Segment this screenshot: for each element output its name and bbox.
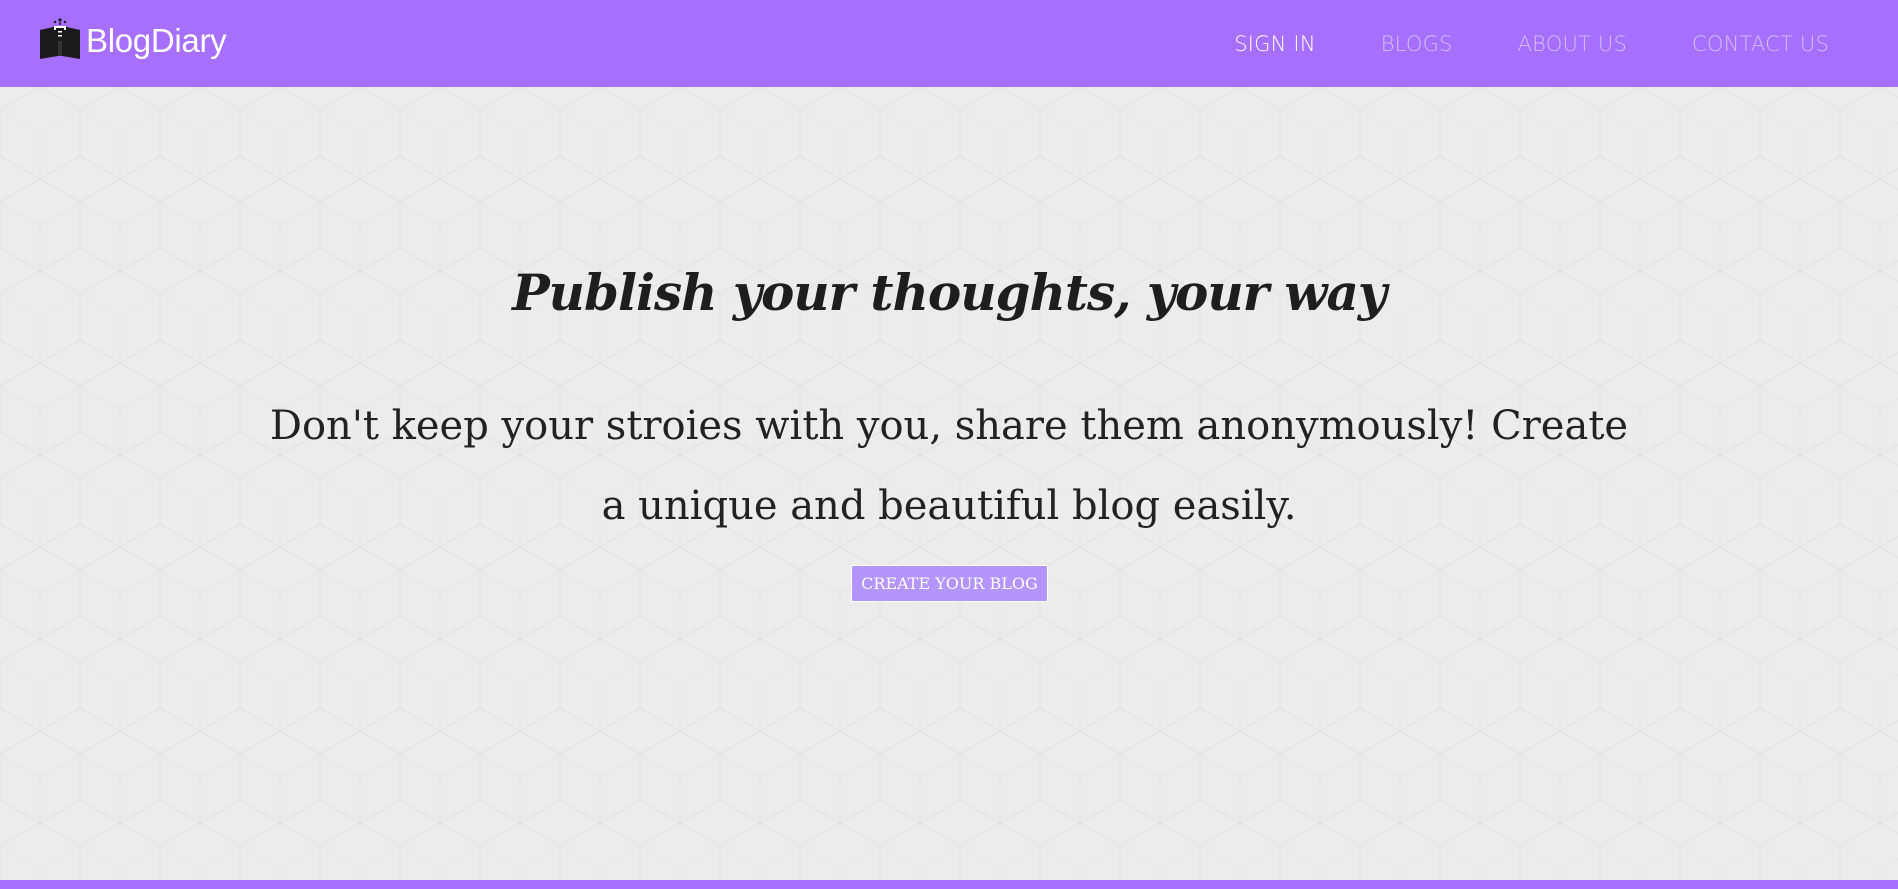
brand-name: BlogDiary	[86, 21, 227, 59]
create-blog-button[interactable]: CREATE YOUR BLOG	[851, 565, 1048, 602]
hero-subtitle: Don't keep your stroies with you, share …	[269, 403, 1629, 529]
hero-title: Publish your thoughts, your way	[512, 263, 1387, 322]
hero-section: Publish your thoughts, your way Don't ke…	[0, 87, 1898, 880]
main-nav: SIGN IN BLOGS ABOUT US CONTACT US	[1234, 0, 1898, 87]
footer-bar	[0, 880, 1898, 889]
brand-link[interactable]: BlogDiary	[38, 16, 227, 60]
nav-blogs[interactable]: BLOGS	[1381, 32, 1453, 56]
nav-about-us[interactable]: ABOUT US	[1518, 32, 1627, 56]
top-navbar: BlogDiary SIGN IN BLOGS ABOUT US CONTACT…	[0, 0, 1898, 87]
blog-diary-logo-icon	[40, 18, 80, 59]
nav-sign-in[interactable]: SIGN IN	[1234, 32, 1315, 56]
nav-contact-us[interactable]: CONTACT US	[1692, 32, 1829, 56]
